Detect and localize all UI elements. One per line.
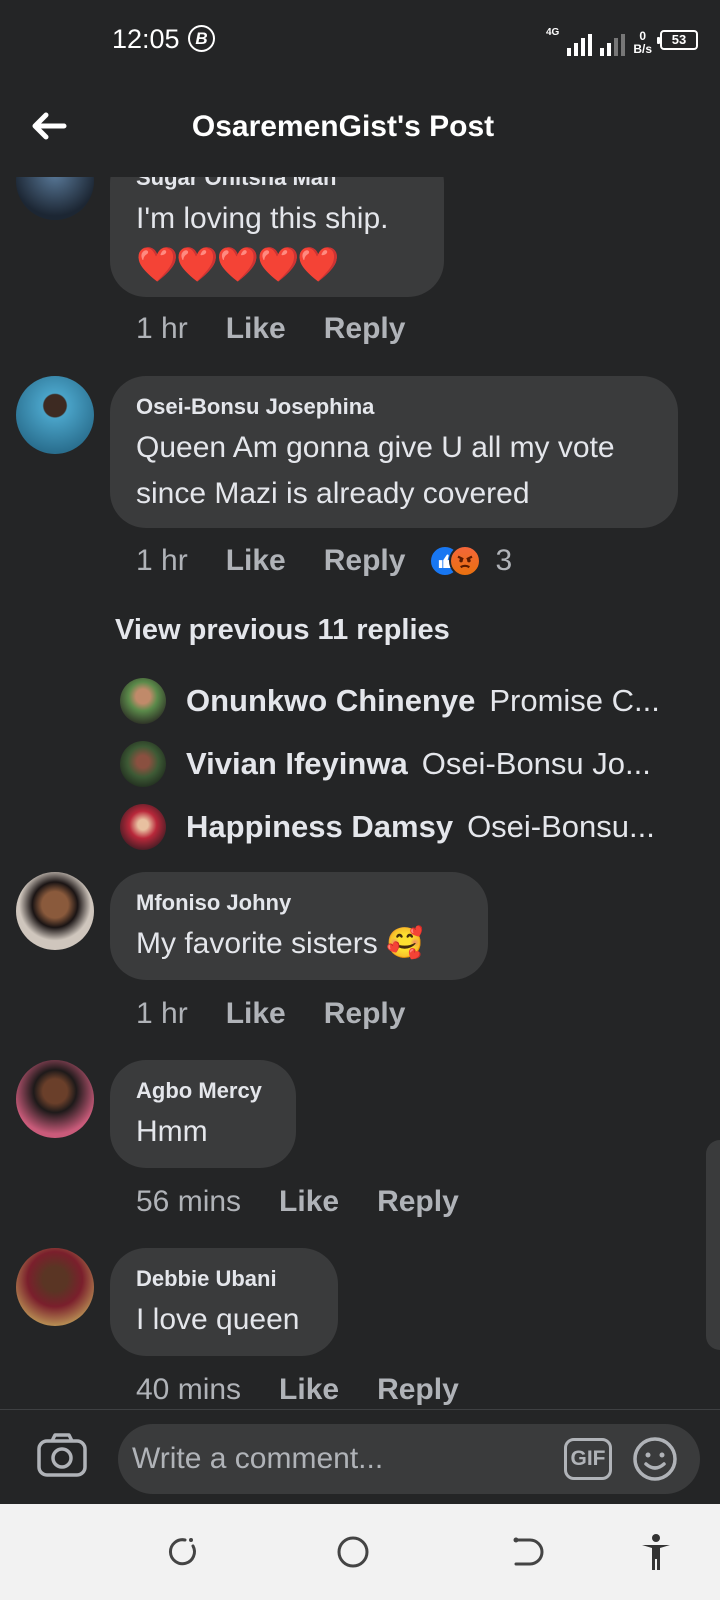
reactions-summary[interactable]: 3 bbox=[429, 544, 512, 578]
signal-icon-2 bbox=[600, 34, 626, 56]
accessibility-icon[interactable] bbox=[636, 1532, 676, 1572]
camera-icon[interactable] bbox=[36, 1432, 88, 1478]
comment-meta: 1 hr Like Reply bbox=[136, 997, 405, 1031]
battery-icon: 53 bbox=[657, 30, 698, 50]
comment-meta: 40 mins Like Reply bbox=[136, 1373, 459, 1407]
comment-text-row: My favorite sisters 🥰 bbox=[136, 921, 462, 967]
status-time: 12:05 bbox=[112, 24, 180, 54]
comment-text: Hmm bbox=[136, 1115, 208, 1148]
avatar[interactable] bbox=[16, 1060, 94, 1138]
comment-time: 56 mins bbox=[136, 1185, 242, 1218]
reply-author[interactable]: Happiness Damsy bbox=[186, 809, 453, 845]
rotate-icon[interactable] bbox=[163, 1532, 203, 1572]
reply-button[interactable]: Reply bbox=[377, 1185, 459, 1219]
data-speed: 0 B/s bbox=[633, 30, 652, 56]
status-bar: 12:05 B 4G 0 B/s 53 bbox=[0, 0, 720, 82]
comment-bubble[interactable]: Agbo Mercy Hmm bbox=[110, 1060, 296, 1168]
reply-preview-row[interactable]: Happiness Damsy Osei-Bonsu... bbox=[120, 802, 655, 852]
like-button[interactable]: Like bbox=[226, 312, 286, 346]
reply-button[interactable]: Reply bbox=[324, 312, 406, 346]
reply-preview-row[interactable]: Vivian Ifeyinwa Osei-Bonsu Jo... bbox=[120, 739, 651, 789]
back-icon[interactable] bbox=[506, 1532, 546, 1572]
avatar[interactable] bbox=[16, 1248, 94, 1326]
comment-author[interactable]: Sugar Onitsha Man bbox=[136, 177, 418, 191]
reply-author[interactable]: Onunkwo Chinenye bbox=[186, 683, 475, 719]
reply-preview-text: Osei-Bonsu Jo... bbox=[421, 746, 651, 781]
comments-feed[interactable]: Sugar Onitsha Man I'm loving this ship. … bbox=[0, 177, 720, 1409]
comment-meta: 1 hr Like Reply bbox=[136, 312, 405, 346]
angry-reaction-icon bbox=[449, 545, 482, 577]
post-header: OsaremenGist's Post bbox=[0, 82, 720, 177]
comment-bubble[interactable]: Sugar Onitsha Man I'm loving this ship. … bbox=[110, 177, 444, 297]
comment-text-line-1: Queen Am gonna give U all my vote bbox=[136, 431, 615, 464]
comment-time: 1 hr bbox=[136, 312, 188, 345]
comment-composer: Write a comment... GIF bbox=[0, 1409, 720, 1504]
reply-preview-row[interactable]: Onunkwo Chinenye Promise C... bbox=[120, 676, 660, 726]
comment-meta: 56 mins Like Reply bbox=[136, 1185, 459, 1219]
reply-button[interactable]: Reply bbox=[377, 1373, 459, 1407]
comment-text: I'm loving this ship. bbox=[136, 202, 389, 235]
b-badge-icon: B bbox=[188, 25, 215, 52]
avatar[interactable] bbox=[120, 804, 166, 850]
avatar[interactable] bbox=[120, 741, 166, 787]
avatar[interactable] bbox=[16, 872, 94, 950]
comment-text: My favorite sisters bbox=[136, 927, 378, 960]
avatar[interactable] bbox=[16, 376, 94, 454]
hearts-emoji: ❤️❤️❤️❤️❤️ bbox=[136, 246, 340, 284]
status-indicators: 4G 0 B/s 53 bbox=[546, 22, 698, 56]
comment-time: 1 hr bbox=[136, 997, 188, 1030]
comment-time: 1 hr bbox=[136, 544, 188, 577]
comment-input[interactable]: Write a comment... GIF bbox=[118, 1424, 700, 1494]
comment-bubble[interactable]: Osei-Bonsu Josephina Queen Am gonna give… bbox=[110, 376, 678, 528]
reply-preview-text: Osei-Bonsu... bbox=[467, 809, 655, 844]
reply-button[interactable]: Reply bbox=[324, 997, 406, 1031]
signal-icon bbox=[567, 34, 593, 56]
comment-text: I love queen bbox=[136, 1303, 300, 1336]
like-button[interactable]: Like bbox=[279, 1185, 339, 1219]
comment-author[interactable]: Debbie Ubani bbox=[136, 1266, 312, 1292]
reaction-count: 3 bbox=[495, 544, 513, 577]
comment-author[interactable]: Agbo Mercy bbox=[136, 1078, 270, 1104]
avatar[interactable] bbox=[16, 177, 94, 220]
scrollbar[interactable] bbox=[706, 1140, 720, 1350]
data-speed-unit: B/s bbox=[633, 42, 652, 56]
comment-text-line-2: since Mazi is already covered bbox=[136, 477, 530, 510]
like-button[interactable]: Like bbox=[226, 997, 286, 1031]
emoji-icon[interactable] bbox=[632, 1436, 678, 1482]
home-icon[interactable] bbox=[333, 1532, 373, 1572]
like-button[interactable]: Like bbox=[279, 1373, 339, 1407]
view-previous-replies[interactable]: View previous 11 replies bbox=[115, 614, 450, 647]
comment-bubble[interactable]: Mfoniso Johny My favorite sisters 🥰 bbox=[110, 872, 488, 980]
comment-bubble[interactable]: Debbie Ubani I love queen bbox=[110, 1248, 338, 1356]
network-type: 4G bbox=[545, 27, 560, 38]
comment-meta: 1 hr Like Reply 3 bbox=[136, 544, 512, 578]
reply-preview-text: Promise C... bbox=[489, 683, 660, 718]
smiling-hearts-emoji: 🥰 bbox=[386, 927, 424, 960]
comment-time: 40 mins bbox=[136, 1373, 242, 1406]
comment-author[interactable]: Osei-Bonsu Josephina bbox=[136, 394, 652, 420]
reply-button[interactable]: Reply bbox=[324, 544, 406, 578]
avatar[interactable] bbox=[120, 678, 166, 724]
page-title: OsaremenGist's Post bbox=[191, 110, 495, 143]
comment-input-placeholder: Write a comment... bbox=[132, 1442, 384, 1475]
system-nav-bar bbox=[0, 1504, 720, 1600]
comment-author[interactable]: Mfoniso Johny bbox=[136, 890, 462, 916]
like-button[interactable]: Like bbox=[226, 544, 286, 578]
reply-author[interactable]: Vivian Ifeyinwa bbox=[186, 746, 408, 782]
gif-button[interactable]: GIF bbox=[564, 1438, 612, 1480]
